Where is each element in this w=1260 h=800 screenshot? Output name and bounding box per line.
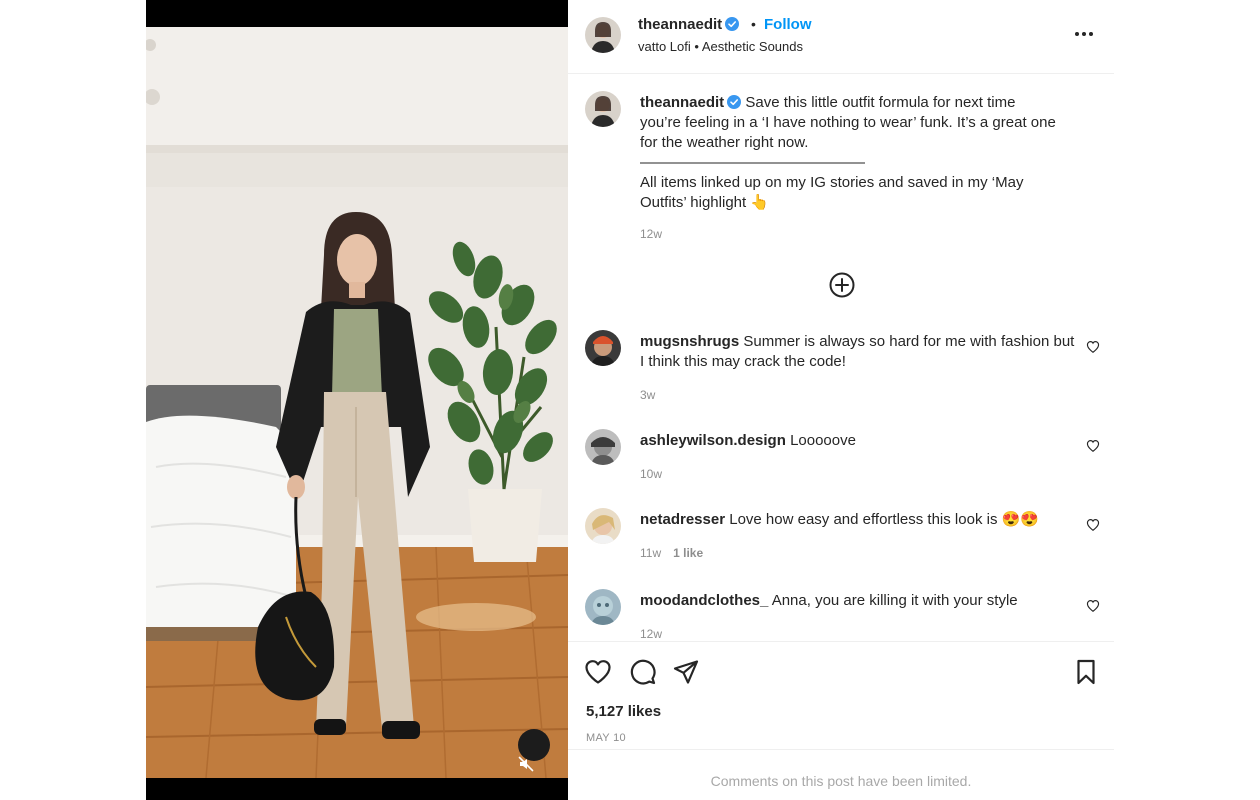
comment-timestamp[interactable]: 11w bbox=[640, 546, 661, 560]
commenter-username[interactable]: mugsnshrugs bbox=[640, 333, 739, 350]
post-side-panel: theannaedit • Follow vatto Lofi • Aesthe… bbox=[568, 0, 1114, 800]
comment-text: netadresser Love how easy and effortless… bbox=[640, 510, 1075, 530]
audio-attribution[interactable]: vatto Lofi • Aesthetic Sounds bbox=[638, 39, 803, 54]
comment-timestamp[interactable]: 10w bbox=[640, 467, 662, 481]
author-username-text: theannaedit bbox=[638, 16, 723, 33]
comments-list[interactable]: theannaedit Save this little outfit form… bbox=[568, 75, 1114, 641]
comment-timestamp[interactable]: 3w bbox=[640, 388, 655, 402]
comment-likes[interactable]: 1 like bbox=[673, 546, 703, 560]
post-date[interactable]: MAY 10 bbox=[586, 732, 626, 744]
caption-timestamp[interactable]: 12w bbox=[640, 227, 662, 241]
heart-icon[interactable] bbox=[1086, 518, 1100, 532]
more-horizontal-icon bbox=[1075, 32, 1093, 36]
commenter-avatar[interactable] bbox=[585, 508, 621, 544]
caption-author-avatar[interactable] bbox=[585, 91, 621, 127]
post-media[interactable] bbox=[146, 0, 568, 800]
commenter-username[interactable]: netadresser bbox=[640, 511, 725, 528]
caption-divider: ——————————————— bbox=[640, 154, 865, 171]
bookmark-icon[interactable] bbox=[1072, 658, 1100, 686]
comment-meta: 11w 1 like bbox=[640, 546, 703, 560]
comment-text: ashleywilson.design Looooove bbox=[640, 431, 1075, 451]
speaker-muted-icon bbox=[518, 756, 534, 772]
heart-icon[interactable] bbox=[584, 658, 612, 686]
heart-icon[interactable] bbox=[1086, 439, 1100, 453]
heart-icon[interactable] bbox=[1086, 340, 1100, 354]
mute-button[interactable] bbox=[518, 729, 550, 772]
author-avatar[interactable] bbox=[585, 17, 621, 53]
comment-timestamp[interactable]: 12w bbox=[640, 627, 662, 641]
verified-badge-icon bbox=[727, 95, 742, 109]
comment-text: mugsnshrugs Summer is always so hard for… bbox=[640, 332, 1075, 372]
header-separator: • bbox=[751, 16, 756, 32]
comment-body: Anna, you are killing it with your style bbox=[771, 592, 1018, 609]
commenter-avatar[interactable] bbox=[585, 429, 621, 465]
comment-body: Looooove bbox=[790, 432, 856, 449]
comment-meta: 12w bbox=[640, 627, 662, 641]
likes-count[interactable]: 5,127 likes bbox=[586, 703, 661, 720]
plus-circle-icon[interactable] bbox=[828, 271, 856, 299]
author-username[interactable]: theannaedit bbox=[638, 16, 740, 33]
verified-badge-icon bbox=[725, 17, 740, 31]
follow-button[interactable]: Follow bbox=[764, 16, 812, 33]
post-video-frame[interactable] bbox=[146, 27, 568, 778]
commenter-username[interactable]: ashleywilson.design bbox=[640, 432, 786, 449]
caption-username[interactable]: theannaedit bbox=[640, 94, 724, 111]
post-actions: 5,127 likes MAY 10 bbox=[568, 641, 1114, 749]
more-options-button[interactable] bbox=[1068, 22, 1100, 46]
caption-body-secondary: All items linked up on my IG stories and… bbox=[640, 174, 1024, 211]
comment-icon[interactable] bbox=[629, 658, 657, 686]
heart-icon[interactable] bbox=[1086, 599, 1100, 613]
share-icon[interactable] bbox=[672, 658, 700, 686]
commenter-avatar[interactable] bbox=[585, 330, 621, 366]
post-caption: theannaedit Save this little outfit form… bbox=[640, 93, 1060, 213]
post-header: theannaedit • Follow vatto Lofi • Aesthe… bbox=[568, 0, 1114, 74]
comments-limited-notice: Comments on this post have been limited. bbox=[568, 749, 1114, 800]
commenter-username[interactable]: moodandclothes_ bbox=[640, 592, 768, 609]
commenter-avatar[interactable] bbox=[585, 589, 621, 625]
comment-meta: 3w bbox=[640, 388, 655, 402]
comment-meta: 10w bbox=[640, 467, 662, 481]
comment-text: moodandclothes_ Anna, you are killing it… bbox=[640, 591, 1075, 611]
comment-body: Love how easy and effortless this look i… bbox=[729, 511, 1039, 528]
